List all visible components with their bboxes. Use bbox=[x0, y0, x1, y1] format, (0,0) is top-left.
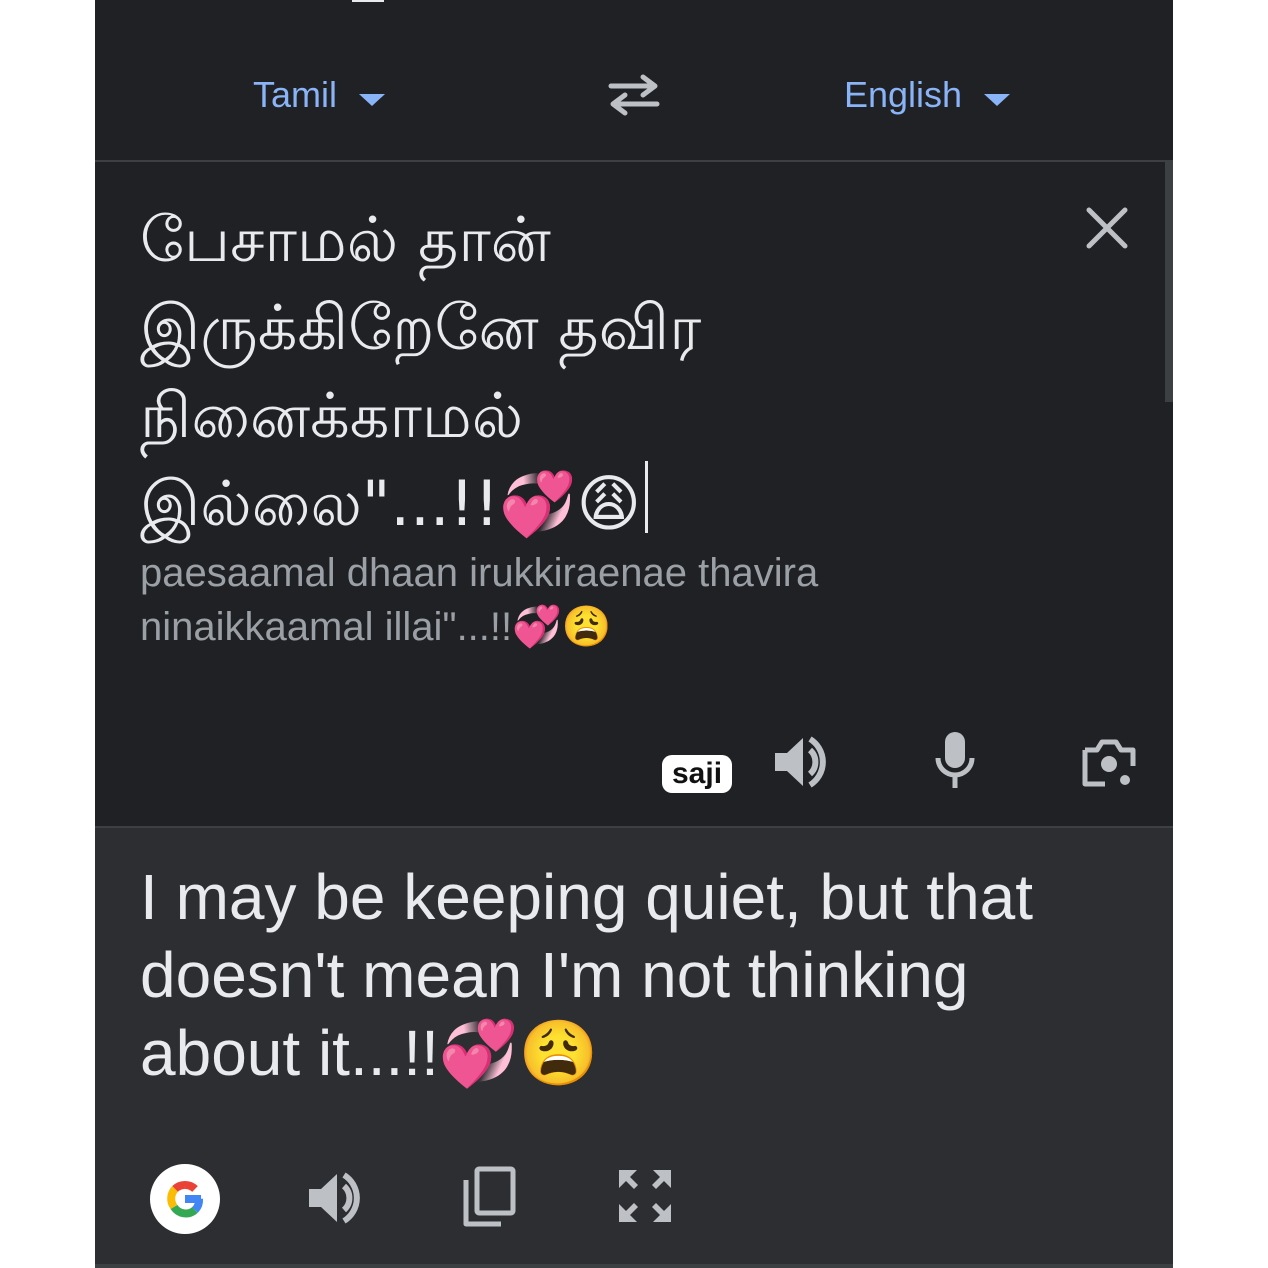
source-language-label: Tamil bbox=[253, 74, 338, 115]
source-language-selector[interactable]: Tamil bbox=[253, 70, 386, 120]
watermark-label: saji bbox=[662, 755, 733, 793]
google-logo[interactable] bbox=[150, 1164, 220, 1234]
source-line: நினைக்காமல் bbox=[140, 379, 524, 452]
translation-panel: I may be keeping quiet, but that doesn't… bbox=[95, 828, 1173, 1268]
swap-arrows-icon[interactable] bbox=[605, 72, 663, 118]
source-line-last: இல்லை"...!!💞😩 bbox=[140, 460, 1040, 548]
source-line: பேசாமல் தான் bbox=[140, 203, 551, 276]
transliteration-line: ninaikkaamal illai"...!!💞😩 bbox=[140, 605, 612, 649]
google-g-icon bbox=[167, 1181, 203, 1218]
status-indicator bbox=[352, 0, 384, 2]
translation-line: I may be keeping quiet, but that bbox=[140, 861, 1034, 933]
translation-line: doesn't mean I'm not thinking bbox=[140, 939, 969, 1011]
translation-line: about it...!!💞😩 bbox=[140, 1017, 599, 1089]
translation-text: I may be keeping quiet, but that doesn't… bbox=[140, 858, 1100, 1092]
language-bar: Tamil English bbox=[95, 0, 1173, 160]
fullscreen-icon[interactable] bbox=[617, 1168, 673, 1224]
close-icon[interactable] bbox=[1085, 206, 1129, 250]
text-cursor bbox=[645, 461, 649, 533]
speaker-icon[interactable] bbox=[773, 734, 829, 790]
source-line: இருக்கிறேனே தவிர bbox=[140, 291, 702, 364]
source-input-panel[interactable]: பேசாமல் தான் இருக்கிறேனே தவிர நினைக்காமல… bbox=[95, 162, 1173, 826]
microphone-icon[interactable] bbox=[933, 730, 977, 790]
copy-icon[interactable] bbox=[463, 1166, 517, 1228]
scrollbar[interactable] bbox=[1165, 162, 1173, 402]
source-text[interactable]: பேசாமல் தான் இருக்கிறேனே தவிர நினைக்காமல… bbox=[140, 196, 1040, 548]
chevron-down-icon bbox=[984, 94, 1011, 106]
camera-icon[interactable] bbox=[1081, 736, 1137, 790]
transliteration-line: paesaamal dhaan irukkiraenae thavira bbox=[140, 551, 819, 595]
transliteration: paesaamal dhaan irukkiraenae thavira nin… bbox=[140, 546, 1040, 654]
translate-app: Tamil English பேசாமல் தான் இருக்கிறேனே த… bbox=[95, 0, 1173, 1268]
chevron-down-icon bbox=[359, 94, 386, 106]
target-language-label: English bbox=[844, 74, 963, 115]
bottom-divider bbox=[95, 1264, 1173, 1268]
target-language-selector[interactable]: English bbox=[844, 70, 1011, 120]
source-line: இல்லை"...!!💞😩 bbox=[140, 467, 642, 540]
speaker-icon[interactable] bbox=[307, 1170, 363, 1226]
